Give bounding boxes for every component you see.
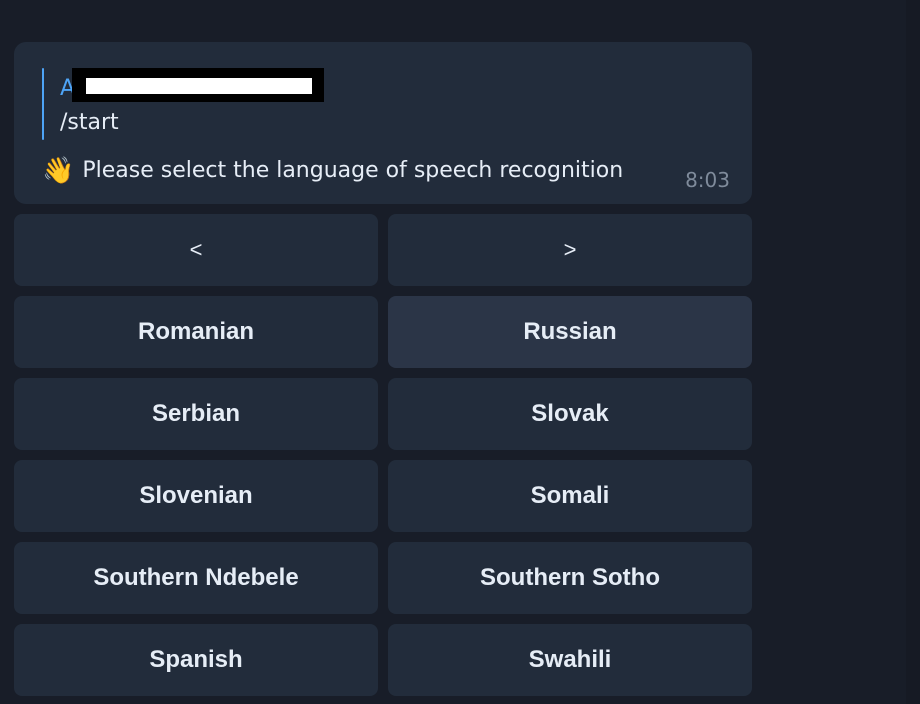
- language-button-swahili[interactable]: Swahili: [388, 624, 752, 696]
- message-timestamp: 8:03: [685, 168, 730, 192]
- language-button-russian[interactable]: Russian: [388, 296, 752, 368]
- language-button-slovenian[interactable]: Slovenian: [14, 460, 378, 532]
- language-button-spanish[interactable]: Spanish: [14, 624, 378, 696]
- language-button-somali[interactable]: Somali: [388, 460, 752, 532]
- inline-keyboard: < > Romanian Russian Serbian Slovak Slov…: [14, 214, 752, 696]
- next-page-button[interactable]: >: [388, 214, 752, 286]
- language-button-slovak[interactable]: Slovak: [388, 378, 752, 450]
- waving-hand-icon: 👋: [42, 156, 75, 186]
- message-body: 👋 Please select the language of speech r…: [42, 154, 623, 188]
- language-button-southern-ndebele[interactable]: Southern Ndebele: [14, 542, 378, 614]
- redaction-fill: [86, 78, 312, 94]
- scrollbar-track[interactable]: [906, 0, 920, 704]
- prev-page-button[interactable]: <: [14, 214, 378, 286]
- reply-quote[interactable]: A /start: [42, 68, 342, 140]
- reply-accent-bar: [42, 68, 44, 140]
- redaction-box: [72, 68, 324, 102]
- bot-message: A /start 👋 Please select the language of…: [14, 42, 752, 204]
- language-button-southern-sotho[interactable]: Southern Sotho: [388, 542, 752, 614]
- language-button-serbian[interactable]: Serbian: [14, 378, 378, 450]
- message-text: Please select the language of speech rec…: [82, 158, 624, 183]
- language-button-romanian[interactable]: Romanian: [14, 296, 378, 368]
- reply-text: /start: [60, 110, 119, 135]
